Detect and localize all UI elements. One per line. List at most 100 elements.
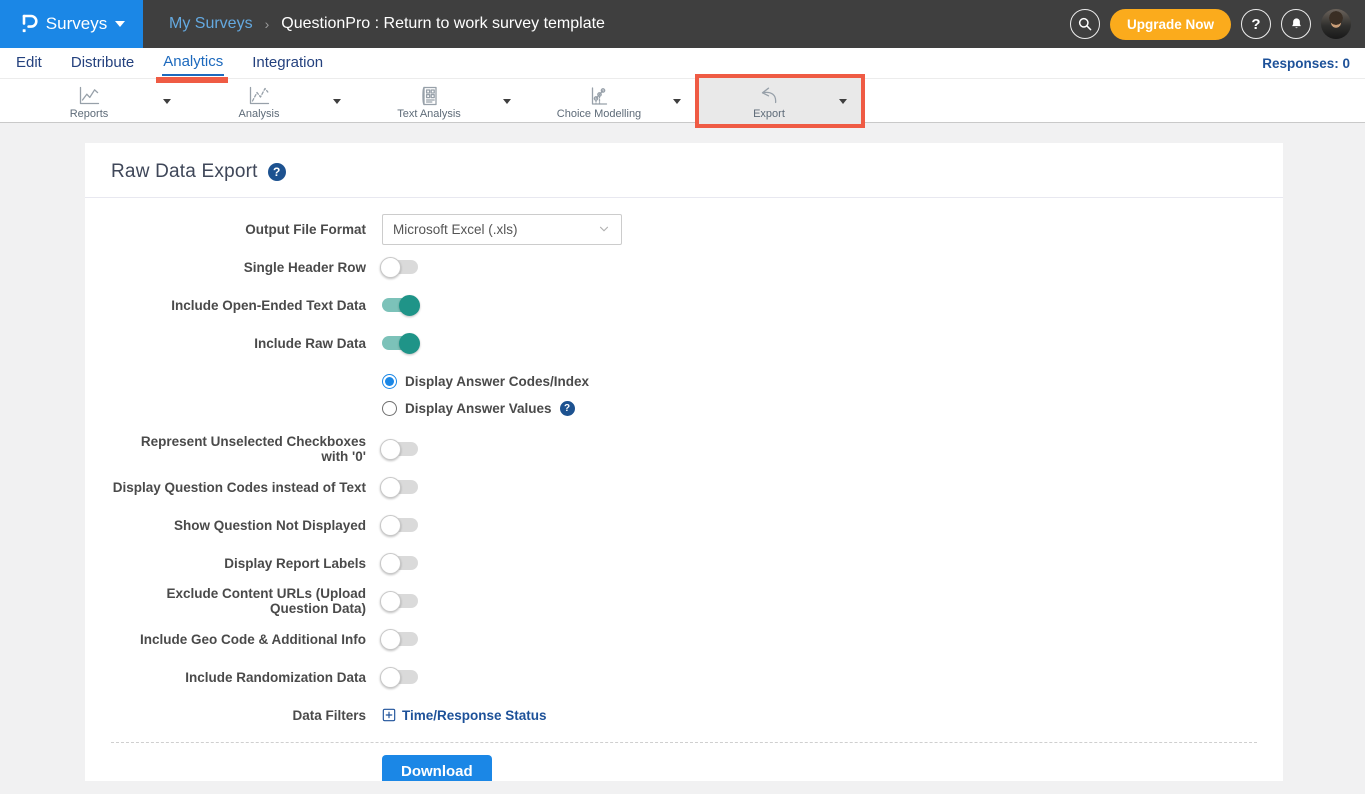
field-label: Include Raw Data	[111, 336, 366, 351]
analysis-button[interactable]: Analysis	[185, 82, 333, 120]
radio-button-icon	[382, 374, 397, 389]
toolbar-item-label: Analysis	[239, 108, 280, 120]
toggle-display-report-labels[interactable]	[382, 556, 418, 570]
toggle-show-question-not-displayed[interactable]	[382, 518, 418, 532]
form-row-output-format: Output File Format Microsoft Excel (.xls…	[111, 210, 1257, 248]
reports-dropdown-caret-icon[interactable]	[163, 99, 171, 104]
chevron-down-icon	[115, 21, 125, 27]
toggle-knob	[380, 667, 401, 688]
document-grid-icon	[417, 85, 441, 107]
analytics-annotation-highlight	[156, 77, 228, 83]
field-label: Display Report Labels	[111, 556, 366, 571]
tab-analytics[interactable]: Analytics	[162, 51, 224, 76]
field-label: Single Header Row	[111, 260, 366, 275]
reports-button[interactable]: Reports	[15, 82, 163, 120]
form-row-data-filters: Data Filters Time/Response Status	[111, 696, 1257, 734]
field-label: Include Open-Ended Text Data	[111, 298, 366, 313]
avatar[interactable]	[1321, 9, 1351, 39]
field-label: Data Filters	[111, 708, 366, 723]
toolbar-cell-analysis: Analysis	[185, 79, 355, 123]
choice-modelling-dropdown-caret-icon[interactable]	[673, 99, 681, 104]
form-row-open-ended-text: Include Open-Ended Text Data	[111, 286, 1257, 324]
toggle-include-geo-code[interactable]	[382, 632, 418, 646]
analysis-dropdown-caret-icon[interactable]	[333, 99, 341, 104]
survey-nav: Edit Distribute Analytics Integration Re…	[0, 48, 1365, 79]
toggle-knob	[380, 591, 401, 612]
time-response-status-label: Time/Response Status	[402, 708, 547, 723]
toggle-knob	[380, 515, 401, 536]
question-mark-icon: ?	[1251, 16, 1260, 33]
toggle-include-raw-data[interactable]	[382, 336, 418, 350]
analytics-toolbar: Reports Analysis Text Analysis	[0, 79, 1365, 123]
answer-values-help-icon[interactable]: ?	[560, 401, 575, 416]
responses-count: Responses: 0	[1262, 56, 1350, 71]
text-analysis-button[interactable]: Text Analysis	[355, 82, 503, 120]
toggle-single-header-row[interactable]	[382, 260, 418, 274]
download-button[interactable]: Download	[382, 755, 492, 781]
raw-data-export-panel: Raw Data Export ? Output File Format Mic…	[85, 143, 1283, 781]
time-response-status-link[interactable]: Time/Response Status	[382, 708, 547, 723]
toggle-represent-unselected-checkboxes[interactable]	[382, 442, 418, 456]
toggle-exclude-content-urls[interactable]	[382, 594, 418, 608]
output-format-select[interactable]: Microsoft Excel (.xls)	[382, 214, 622, 245]
toolbar-cell-text-analysis: Text Analysis	[355, 79, 525, 123]
toggle-knob	[380, 257, 401, 278]
upgrade-now-button[interactable]: Upgrade Now	[1110, 9, 1231, 40]
help-button[interactable]: ?	[1241, 9, 1271, 39]
field-label: Display Question Codes instead of Text	[111, 480, 366, 495]
text-analysis-dropdown-caret-icon[interactable]	[503, 99, 511, 104]
select-chevron-icon	[597, 222, 611, 236]
tab-distribute[interactable]: Distribute	[70, 52, 135, 75]
form-row-question-not-displayed: Show Question Not Displayed	[111, 506, 1257, 544]
form-row-geo-code: Include Geo Code & Additional Info	[111, 620, 1257, 658]
tab-edit[interactable]: Edit	[15, 52, 43, 75]
radio-button-icon	[382, 401, 397, 416]
breadcrumb-separator-icon: ›	[265, 16, 270, 32]
topbar-actions: Upgrade Now ?	[1070, 9, 1351, 40]
search-button[interactable]	[1070, 9, 1100, 39]
scatter-chart-icon	[246, 85, 272, 107]
toggle-knob	[380, 553, 401, 574]
radio-label: Display Answer Values	[405, 401, 552, 416]
toolbar-item-label: Text Analysis	[397, 108, 461, 120]
toolbar-cell-export: Export	[695, 74, 865, 128]
field-label: Represent Unselected Checkboxes with '0'	[111, 434, 366, 464]
toggle-knob	[380, 477, 401, 498]
breadcrumb-my-surveys[interactable]: My Surveys	[169, 15, 253, 33]
line-chart-icon	[76, 85, 102, 107]
top-bar: Surveys My Surveys › QuestionPro : Retur…	[0, 0, 1365, 48]
field-label: Show Question Not Displayed	[111, 518, 366, 533]
choice-modelling-button[interactable]: Choice Modelling	[525, 82, 673, 120]
toolbar-cell-choice-modelling: Choice Modelling	[525, 79, 695, 123]
radio-display-answer-codes[interactable]: Display Answer Codes/Index	[382, 368, 1257, 395]
export-arrow-icon	[756, 85, 782, 107]
raw-data-export-help-icon[interactable]: ?	[268, 163, 286, 181]
output-format-value: Microsoft Excel (.xls)	[393, 222, 518, 237]
answer-display-radio-group: Display Answer Codes/Index Display Answe…	[382, 362, 1257, 430]
page-content: Raw Data Export ? Output File Format Mic…	[0, 123, 1365, 781]
toggle-include-open-ended-text-data[interactable]	[382, 298, 418, 312]
form-row-report-labels: Display Report Labels	[111, 544, 1257, 582]
toolbar-item-label: Export	[753, 108, 785, 120]
tab-integration[interactable]: Integration	[251, 52, 324, 75]
export-button[interactable]: Export	[699, 82, 839, 120]
form-row-randomization-data: Include Randomization Data	[111, 658, 1257, 696]
form-row-include-raw-data: Include Raw Data	[111, 324, 1257, 362]
brand-menu[interactable]: Surveys	[0, 0, 143, 48]
toggle-knob	[399, 333, 420, 354]
radio-display-answer-values[interactable]: Display Answer Values ?	[382, 395, 1257, 422]
export-dropdown-caret-icon[interactable]	[839, 99, 847, 104]
toggle-include-randomization-data[interactable]	[382, 670, 418, 684]
questionpro-logo-icon	[18, 13, 38, 35]
search-icon	[1077, 16, 1093, 32]
toggle-display-question-codes[interactable]	[382, 480, 418, 494]
field-label: Include Randomization Data	[111, 670, 366, 685]
form-row-unselected-checkboxes: Represent Unselected Checkboxes with '0'	[111, 430, 1257, 468]
dot-chart-icon	[587, 85, 611, 107]
toggle-knob	[380, 629, 401, 650]
tab-analytics-label: Analytics	[163, 53, 223, 70]
form-row-question-codes: Display Question Codes instead of Text	[111, 468, 1257, 506]
notifications-button[interactable]	[1281, 9, 1311, 39]
expand-plus-icon	[382, 708, 396, 722]
radio-label: Display Answer Codes/Index	[405, 374, 589, 389]
